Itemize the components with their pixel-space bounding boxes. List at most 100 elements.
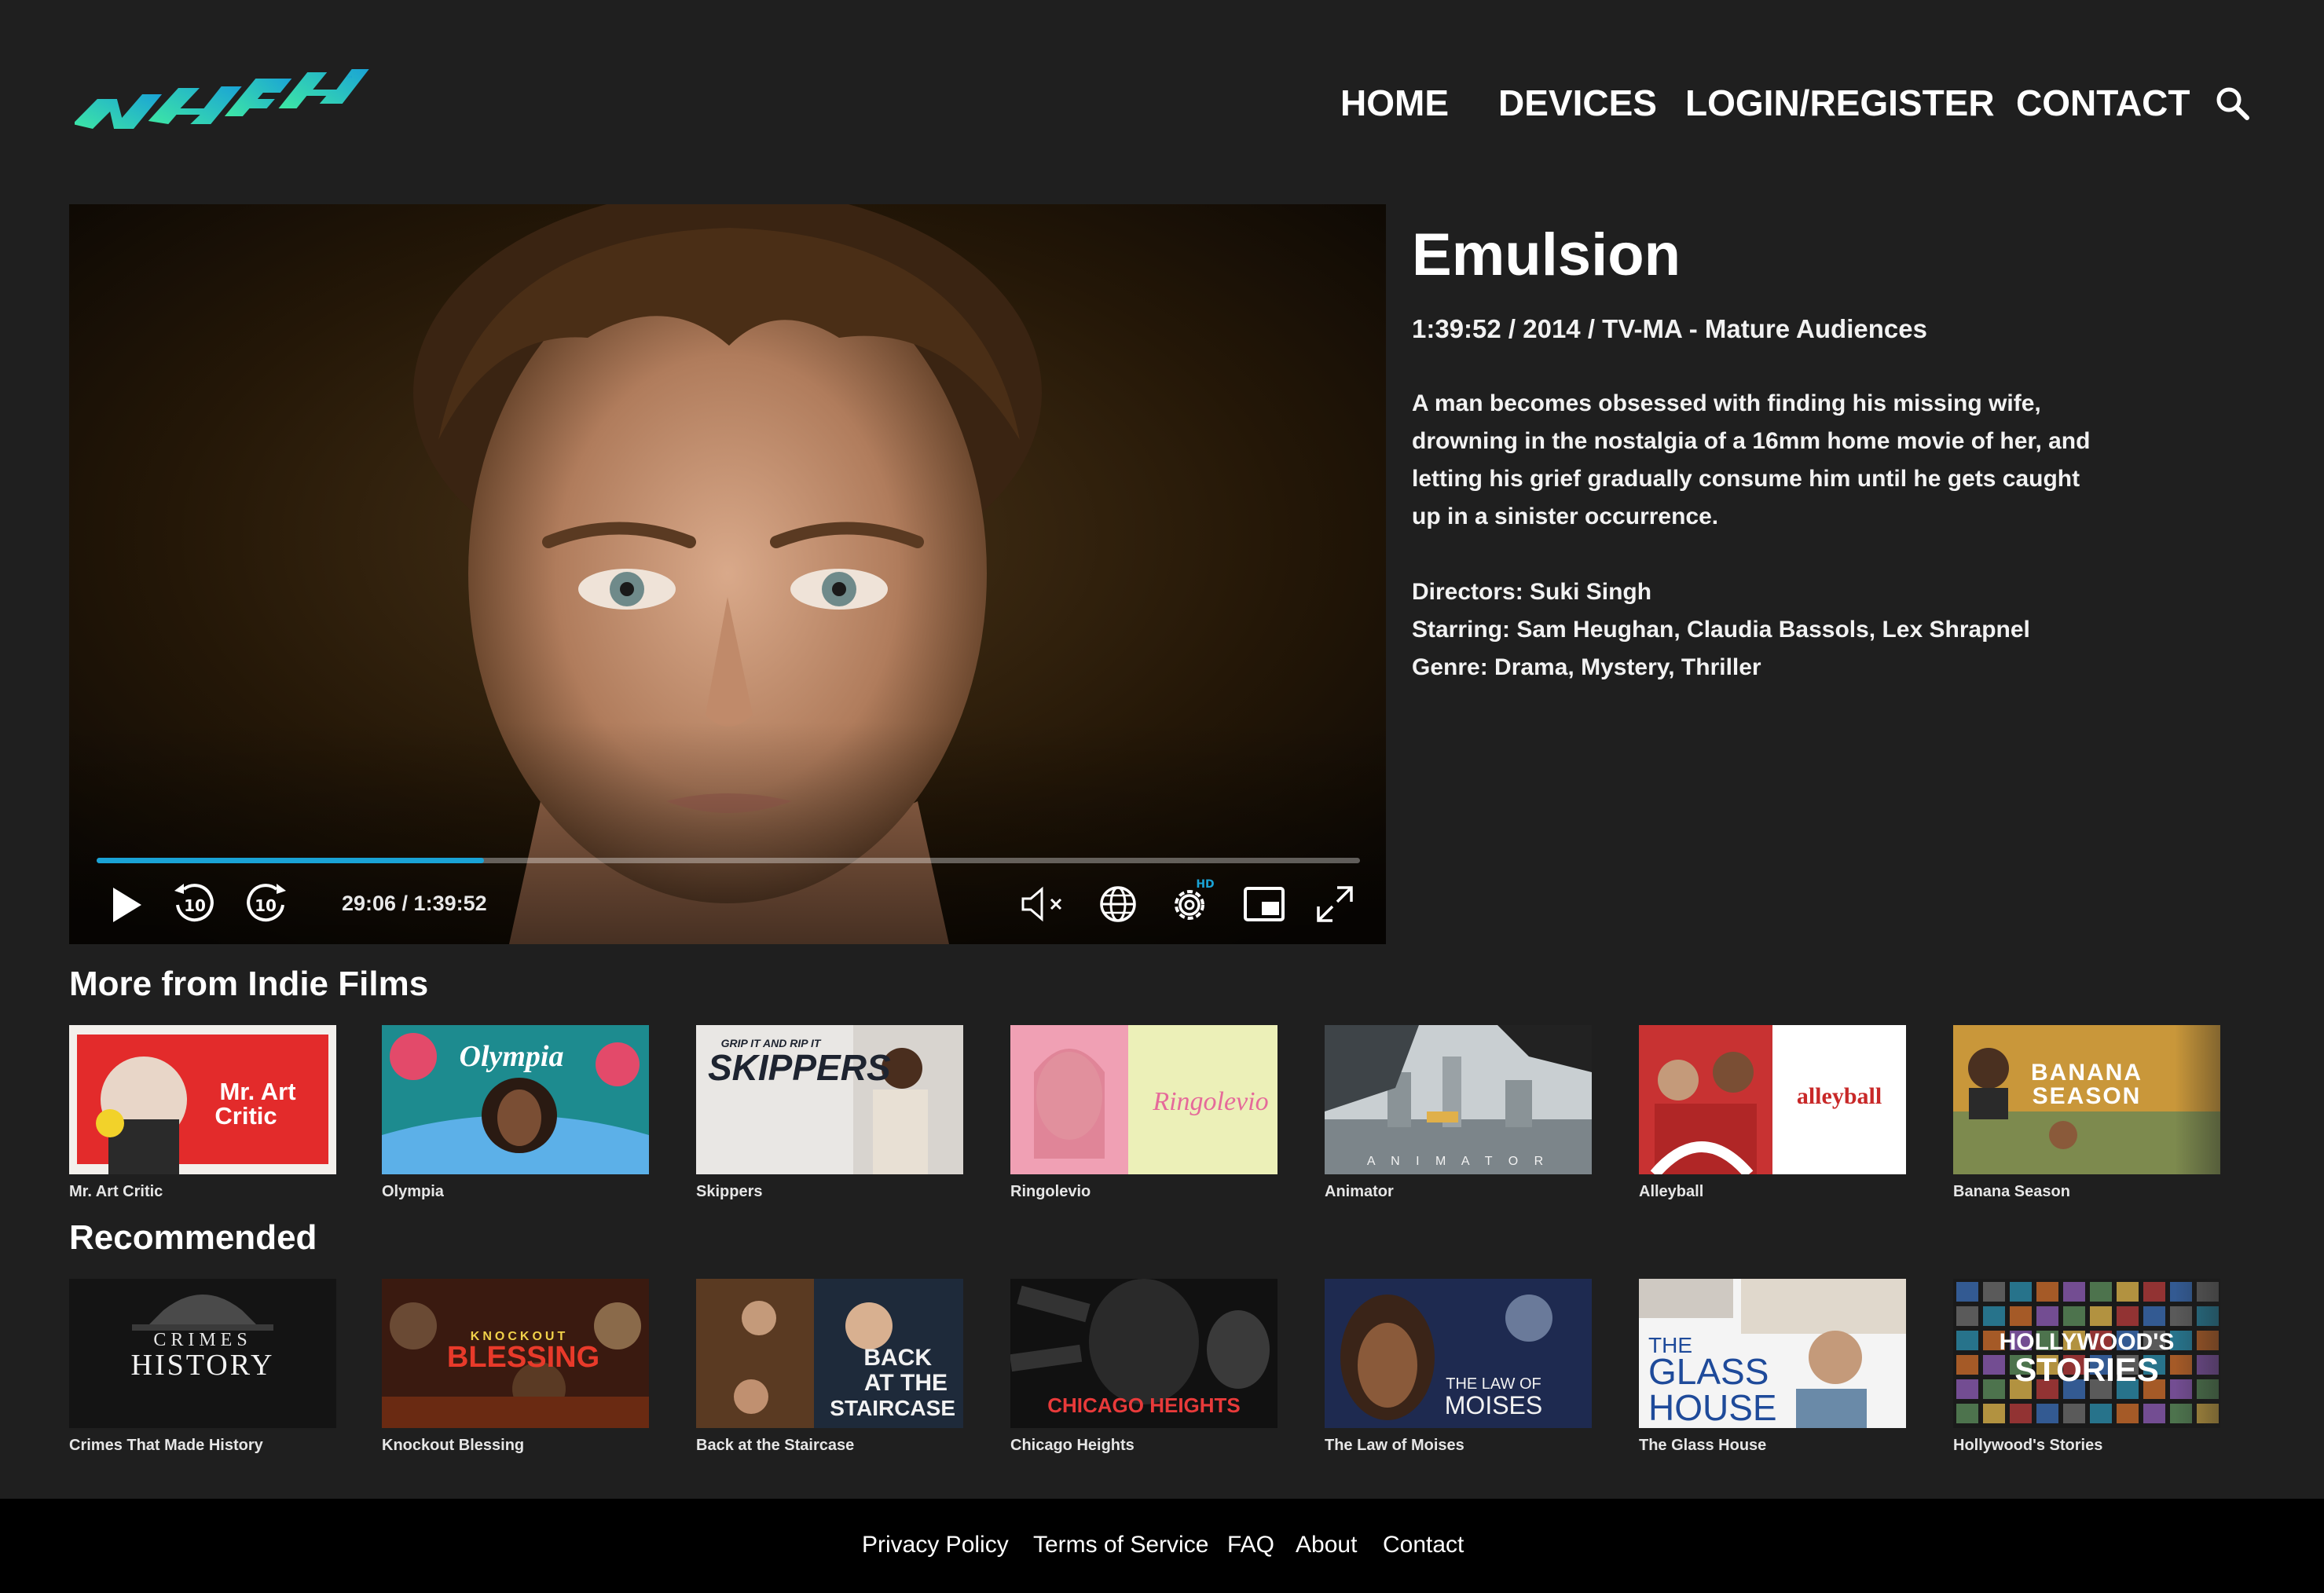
card-label[interactable]: Ringolevio (1010, 1182, 1091, 1201)
video-frame[interactable] (69, 204, 1386, 944)
card-thumbnail[interactable]: alleyball (1639, 1025, 1906, 1174)
footer-contact[interactable]: Contact (1383, 1529, 1464, 1562)
poster-tile (1983, 1404, 2005, 1423)
nav-home[interactable]: HOME (1340, 79, 1449, 127)
svg-text:GRIP IT AND RIP IT: GRIP IT AND RIP IT (721, 1037, 822, 1049)
poster-tile (1983, 1379, 2005, 1399)
footer-privacy-policy[interactable]: Privacy Policy (862, 1529, 1009, 1562)
time-readout: 29:06 / 1:39:52 (342, 892, 487, 915)
poster-tile (2197, 1331, 2219, 1350)
svg-text:SKIPPERS: SKIPPERS (708, 1047, 891, 1088)
card-thumbnail[interactable]: BANANA SEASON (1953, 1025, 2220, 1174)
card-thumbnail[interactable]: Mr. Art Critic (69, 1025, 336, 1174)
poster-tile (2010, 1282, 2032, 1302)
mute-icon[interactable] (1020, 886, 1069, 922)
footer-about[interactable]: About (1296, 1529, 1357, 1562)
card-label[interactable]: Skippers (696, 1182, 762, 1201)
svg-text:10: 10 (184, 896, 206, 915)
language-icon[interactable] (1098, 884, 1138, 924)
poster-tile (2010, 1404, 2032, 1423)
poster-tile (2170, 1306, 2192, 1326)
film-synopsis: A man becomes obsessed with finding his … (1412, 390, 2091, 529)
svg-text:STORIES: STORIES (2014, 1351, 2159, 1388)
poster-tile (1956, 1355, 1978, 1375)
site-logo[interactable]: ™ (75, 53, 373, 148)
card-label[interactable]: Mr. Art Critic (69, 1182, 163, 1201)
poster-tile (2143, 1404, 2165, 1423)
card-label[interactable]: Crimes That Made History (69, 1436, 263, 1455)
card-thumbnail[interactable]: A N I M A T O R (1325, 1025, 1592, 1174)
card-label[interactable]: Chicago Heights (1010, 1436, 1135, 1455)
svg-text:GLASS: GLASS (1648, 1351, 1769, 1392)
nav-devices[interactable]: DEVICES (1498, 79, 1657, 127)
poster-tile (2063, 1306, 2085, 1326)
card-thumbnail[interactable]: THE LAW OF MOISES (1325, 1279, 1592, 1428)
nav-contact[interactable]: CONTACT (2016, 79, 2190, 127)
card-thumbnail[interactable]: CHICAGO HEIGHTS (1010, 1279, 1277, 1428)
svg-text:HISTORY: HISTORY (131, 1349, 275, 1382)
card-thumbnail[interactable]: HOLLYWOOD'S STORIES (1953, 1279, 2220, 1428)
poster-tile (1956, 1282, 1978, 1302)
poster-tile (2090, 1306, 2112, 1326)
poster-tile (2197, 1355, 2219, 1375)
svg-text:Mr. Art: Mr. Art (219, 1078, 295, 1105)
film-directors: Directors: Suki Singh (1412, 579, 1652, 605)
rewind-10-icon[interactable]: 10 (171, 881, 217, 927)
card-label[interactable]: The Glass House (1639, 1436, 1766, 1455)
poster-tile (2117, 1306, 2139, 1326)
svg-text:Olympia: Olympia (460, 1040, 564, 1073)
row-recommended: CRIMES HISTORY Crimes That Made History … (69, 1279, 2293, 1459)
card-thumbnail[interactable]: SKIPPERS GRIP IT AND RIP IT (696, 1025, 963, 1174)
play-icon[interactable] (107, 884, 146, 925)
poster-tile (2143, 1306, 2165, 1326)
card-thumbnail[interactable]: KNOCKOUT BLESSING (382, 1279, 649, 1428)
search-icon[interactable] (2214, 85, 2250, 121)
poster-tile (2170, 1355, 2192, 1375)
poster-tile (2197, 1404, 2219, 1423)
forward-10-icon[interactable]: 10 (244, 881, 289, 927)
nav-login-register[interactable]: LOGIN/REGISTER (1685, 79, 1995, 127)
video-player[interactable]: 10 10 29:06 / 1:39:52 HD (69, 204, 1386, 944)
poster-tile (2063, 1282, 2085, 1302)
poster-tile (2143, 1282, 2165, 1302)
svg-text:BANANA: BANANA (2031, 1060, 2143, 1086)
settings-icon[interactable]: HD (1169, 877, 1218, 925)
poster-tile (2090, 1282, 2112, 1302)
card-label[interactable]: Animator (1325, 1182, 1394, 1201)
film-title: Emulsion (1412, 222, 1681, 288)
card-label[interactable]: Alleyball (1639, 1182, 1703, 1201)
svg-text:10: 10 (255, 896, 277, 915)
fullscreen-icon[interactable] (1314, 883, 1356, 925)
footer-faq[interactable]: FAQ (1227, 1529, 1274, 1562)
poster-tile (1956, 1306, 1978, 1326)
card-label[interactable]: Knockout Blessing (382, 1436, 524, 1455)
site-header: ™ HOME DEVICES LOGIN/REGISTER CONTACT (0, 0, 2324, 196)
svg-text:™: ™ (346, 75, 354, 84)
card-thumbnail[interactable]: CRIMES HISTORY (69, 1279, 336, 1428)
card-thumbnail[interactable]: Ringolevio (1010, 1025, 1277, 1174)
poster-tile (2197, 1379, 2219, 1399)
card-label[interactable]: Back at the Staircase (696, 1436, 854, 1455)
poster-tile (2117, 1404, 2139, 1423)
svg-text:alleyball: alleyball (1797, 1083, 1882, 1109)
poster-tile (2197, 1306, 2219, 1326)
hd-badge: HD (1196, 878, 1214, 891)
film-credits: Directors: Suki Singh Starring: Sam Heug… (1412, 573, 2030, 687)
pip-icon[interactable] (1243, 886, 1285, 922)
card-thumbnail[interactable]: THE GLASS HOUSE (1639, 1279, 1906, 1428)
card-label[interactable]: Hollywood's Stories (1953, 1436, 2102, 1455)
svg-text:HOUSE: HOUSE (1648, 1387, 1777, 1428)
card-label[interactable]: Olympia (382, 1182, 444, 1201)
card-thumbnail[interactable]: BACK AT THE STAIRCASE (696, 1279, 963, 1428)
card-label[interactable]: Banana Season (1953, 1182, 2070, 1201)
svg-text:THE LAW OF: THE LAW OF (1446, 1375, 1541, 1393)
card-thumbnail[interactable]: Olympia (382, 1025, 649, 1174)
poster-tile (2170, 1282, 2192, 1302)
film-starring: Starring: Sam Heughan, Claudia Bassols, … (1412, 617, 2030, 643)
progress-bar[interactable] (97, 858, 1360, 863)
card-label[interactable]: The Law of Moises (1325, 1436, 1464, 1455)
row-title-recommended: Recommended (69, 1218, 317, 1257)
footer-terms-of-service[interactable]: Terms of Service (1033, 1529, 1208, 1562)
svg-text:BLESSING: BLESSING (447, 1341, 599, 1374)
poster-tile (1956, 1404, 1978, 1423)
